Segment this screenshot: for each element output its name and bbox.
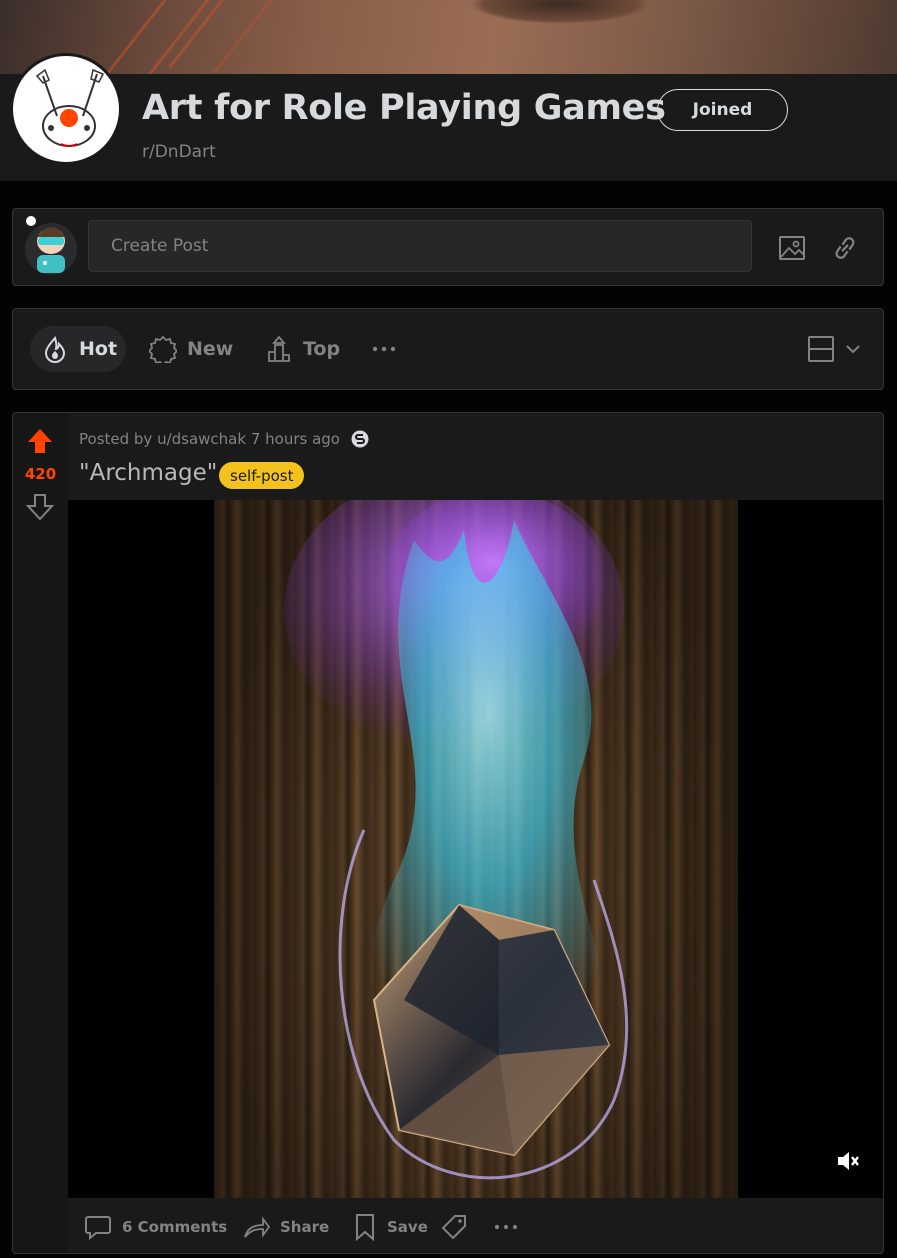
share-button[interactable]: Share (242, 1198, 330, 1253)
more-options-icon[interactable] (371, 326, 407, 372)
image-upload-icon[interactable] (777, 233, 807, 263)
post-meta: Posted by u/dsawchak 7 hours ago (79, 429, 370, 449)
new-badge-icon (149, 335, 177, 363)
subreddit-banner (0, 0, 897, 74)
mute-icon[interactable] (835, 1148, 861, 1174)
flame-icon (44, 336, 66, 363)
save-button[interactable]: Save (353, 1198, 428, 1253)
subreddit-title: Art for Role Playing Games (142, 88, 666, 128)
sort-top[interactable]: Top (265, 326, 340, 372)
post-video-frame (214, 500, 738, 1198)
post-more-options-icon[interactable] (494, 1198, 528, 1253)
post-media[interactable] (68, 500, 883, 1198)
link-icon[interactable] (830, 233, 860, 263)
joined-button[interactable]: Joined (657, 89, 788, 131)
sort-bar: Hot New Top (12, 308, 884, 390)
card-view-icon (808, 336, 834, 362)
bookmark-icon (356, 1213, 374, 1241)
post-card[interactable]: 420 Posted by u/dsawchak 7 hours ago "Ar… (12, 412, 884, 1254)
sort-top-label: Top (303, 338, 341, 360)
view-switcher[interactable] (807, 326, 871, 372)
comment-icon (85, 1215, 111, 1240)
sort-new[interactable]: New (149, 326, 233, 372)
chevron-down-icon (846, 345, 860, 354)
comments-button[interactable]: 6 Comments (84, 1198, 228, 1253)
comments-label: 6 Comments (122, 1217, 228, 1236)
tag-icon (441, 1214, 466, 1239)
sort-new-label: New (187, 338, 234, 360)
tag-button[interactable] (441, 1198, 479, 1253)
top-podium-icon (268, 335, 290, 362)
vote-column: 420 (13, 413, 68, 1253)
vote-count: 420 (24, 465, 57, 483)
subreddit-name[interactable]: r/DnDart (142, 142, 216, 162)
user-avatar[interactable] (23, 215, 79, 275)
create-post-bar: Create Post (12, 208, 884, 286)
award-icon[interactable] (350, 429, 370, 449)
post-actions: 6 Comments Share Save (68, 1198, 883, 1253)
save-label: Save (387, 1217, 428, 1236)
share-label: Share (280, 1217, 330, 1236)
upvote-icon[interactable] (26, 427, 54, 455)
downvote-icon[interactable] (26, 493, 54, 521)
sort-hot-label: Hot (79, 338, 118, 360)
sort-hot[interactable]: Hot (30, 326, 126, 372)
share-icon (244, 1215, 270, 1238)
post-title[interactable]: "Archmage" (79, 460, 217, 486)
subreddit-icon[interactable] (10, 53, 122, 165)
create-post-input[interactable]: Create Post (88, 220, 752, 272)
post-flair[interactable]: self-post (219, 462, 305, 489)
post-meta-text[interactable]: Posted by u/dsawchak 7 hours ago (79, 430, 340, 448)
